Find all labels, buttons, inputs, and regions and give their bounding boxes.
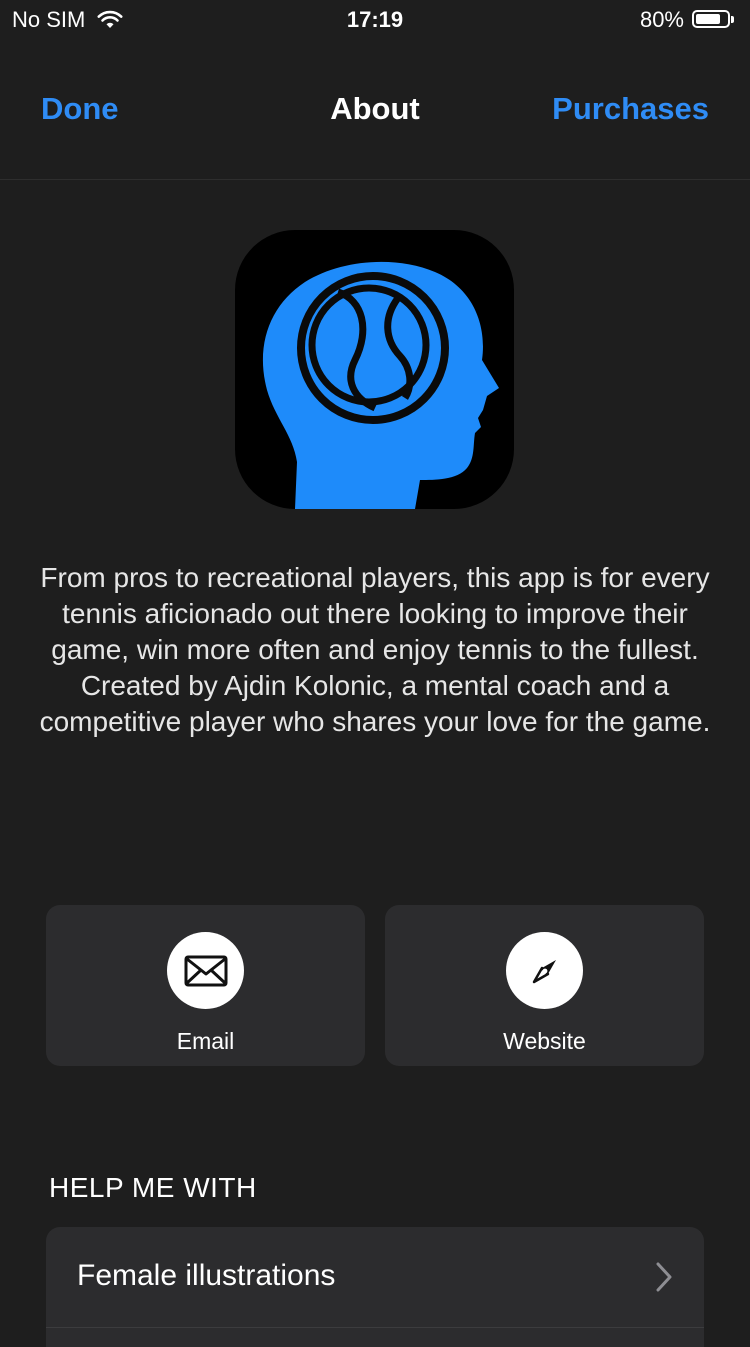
status-time: 17:19 [346,7,404,32]
website-icon-circle [506,932,583,1009]
envelope-icon [184,955,227,986]
battery-percent: 80% [639,7,684,32]
compass-icon [532,959,556,983]
email-label: Email [176,1028,235,1054]
battery-status: 80% [640,7,736,33]
list-item-female-illustrations[interactable]: Female illustrations [46,1227,704,1328]
purchases-button[interactable]: Purchases [552,91,709,127]
help-section-header: HELP ME WITH [49,1172,257,1203]
app-icon [235,230,514,509]
app-description: From pros to recreational players, this … [39,562,711,737]
list-item-label: Female illustrations [77,1259,336,1292]
chevron-right-icon [656,1262,672,1292]
website-button[interactable]: Website [385,905,704,1066]
email-button[interactable]: Email [46,905,365,1066]
status-bar: No SIM 17:19 80% [0,0,750,40]
website-label: Website [503,1028,586,1054]
battery-icon [692,10,736,30]
brain-tennis-head-icon [262,261,499,509]
navigation-bar: Done About Purchases [0,40,750,180]
help-list: Female illustrations [46,1227,704,1347]
email-icon-circle [167,932,244,1009]
